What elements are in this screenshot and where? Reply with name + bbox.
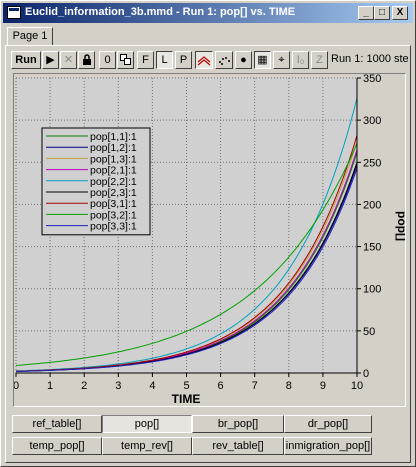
lock-button[interactable] (78, 51, 95, 69)
maximize-button[interactable]: □ (374, 6, 390, 20)
run-status: Run 1: 1000 ste (331, 53, 409, 65)
dot-button[interactable]: ● (235, 51, 252, 69)
grid-button[interactable]: ▦ (254, 51, 271, 69)
tab-page-1[interactable]: Page 1 (7, 27, 53, 45)
scatter-button[interactable] (215, 51, 233, 69)
play-button[interactable]: ▶ (42, 51, 59, 69)
lines-icon (197, 56, 211, 66)
x-tick-label: 8 (286, 380, 292, 392)
title-bar[interactable]: Euclid_information_3b.mmd - Run 1: pop[]… (3, 3, 413, 23)
y-tick-label: 0 (363, 368, 369, 380)
y-tick-label: 100 (363, 284, 381, 296)
crosshair-button[interactable]: ⌖ (273, 51, 290, 69)
x-tick-label: 7 (252, 380, 258, 392)
io-button[interactable]: I₀ (292, 51, 309, 69)
x-tick-label: 2 (81, 380, 87, 392)
x-tick-label: 9 (320, 380, 326, 392)
x-tick-label: 4 (149, 380, 155, 392)
legend-label: pop[2,2]:1 (90, 176, 137, 188)
legend-label: pop[1,2]:1 (90, 142, 137, 154)
legend-label: pop[3,3]:1 (90, 221, 137, 233)
f-button[interactable]: F (137, 51, 154, 69)
lines-button[interactable] (195, 51, 213, 69)
lock-icon (82, 54, 91, 65)
tab-pop[interactable]: pop[] (102, 415, 192, 433)
legend-label: pop[1,3]:1 (90, 153, 137, 165)
run-button[interactable]: Run (11, 51, 41, 69)
stop-button[interactable]: ✕ (60, 51, 77, 69)
legend-label: pop[2,1]:1 (90, 165, 137, 177)
x-tick-label: 6 (218, 380, 224, 392)
tab-rev-table[interactable]: rev_table[] (192, 437, 284, 455)
legend: pop[1,1]:1pop[1,2]:1pop[1,3]:1pop[2,1]:1… (41, 127, 151, 236)
app-icon (7, 6, 21, 19)
tab-dr-pop[interactable]: dr_pop[] (284, 415, 372, 433)
y-tick-label: 300 (363, 115, 381, 127)
close-button[interactable]: X (392, 6, 408, 20)
x-tick-label: 0 (14, 380, 19, 392)
y-tick-label: 200 (363, 199, 381, 211)
x-axis-label: TIME (172, 392, 201, 406)
tab-temp-rev[interactable]: temp_rev[] (102, 437, 192, 455)
x-tick-label: 5 (183, 380, 189, 392)
tab-temp-pop[interactable]: temp_pop[] (12, 437, 102, 455)
legend-label: pop[3,1]:1 (90, 198, 137, 210)
tab-br-pop[interactable]: br_pop[] (192, 415, 284, 433)
legend-label: pop[2,3]:1 (90, 187, 137, 199)
x-tick-label: 10 (351, 380, 363, 392)
legend-label: pop[1,1]:1 (90, 131, 137, 143)
y-axis-label: pop[] (395, 211, 405, 241)
chart[interactable]: 0 1 2 3 4 5 6 7 8 9 10050100150200250300350 TIME p… (13, 73, 409, 406)
p-button[interactable]: P (175, 51, 192, 69)
x-tick-label: 1 (47, 380, 53, 392)
application-window: Euclid_information_3b.mmd - Run 1: pop[]… (0, 0, 416, 467)
zero-button[interactable]: 0 (99, 51, 116, 69)
legend-label: pop[3,2]:1 (90, 209, 137, 221)
y-tick-label: 150 (363, 242, 381, 254)
copy-icon (120, 54, 131, 65)
z-button[interactable]: Z (311, 51, 328, 69)
x-tick-label: 3 (115, 380, 121, 392)
y-tick-label: 350 (363, 74, 381, 85)
window-title: Euclid_information_3b.mmd - Run 1: pop[]… (25, 6, 296, 18)
tab-inmigration-pop[interactable]: inmigration_pop[] (284, 437, 372, 455)
y-tick-label: 50 (363, 326, 375, 338)
y-tick-label: 250 (363, 157, 381, 169)
minimize-button[interactable]: _ (358, 6, 374, 20)
scatter-icon (219, 57, 230, 65)
tab-ref-table[interactable]: ref_table[] (12, 415, 102, 433)
l-button[interactable]: L (156, 51, 173, 69)
plot-frame: 0 1 2 3 4 5 6 7 8 9 10 0 50 100 150 200 250 300 350 TIME p… (13, 73, 409, 407)
copy-button[interactable] (117, 51, 134, 69)
